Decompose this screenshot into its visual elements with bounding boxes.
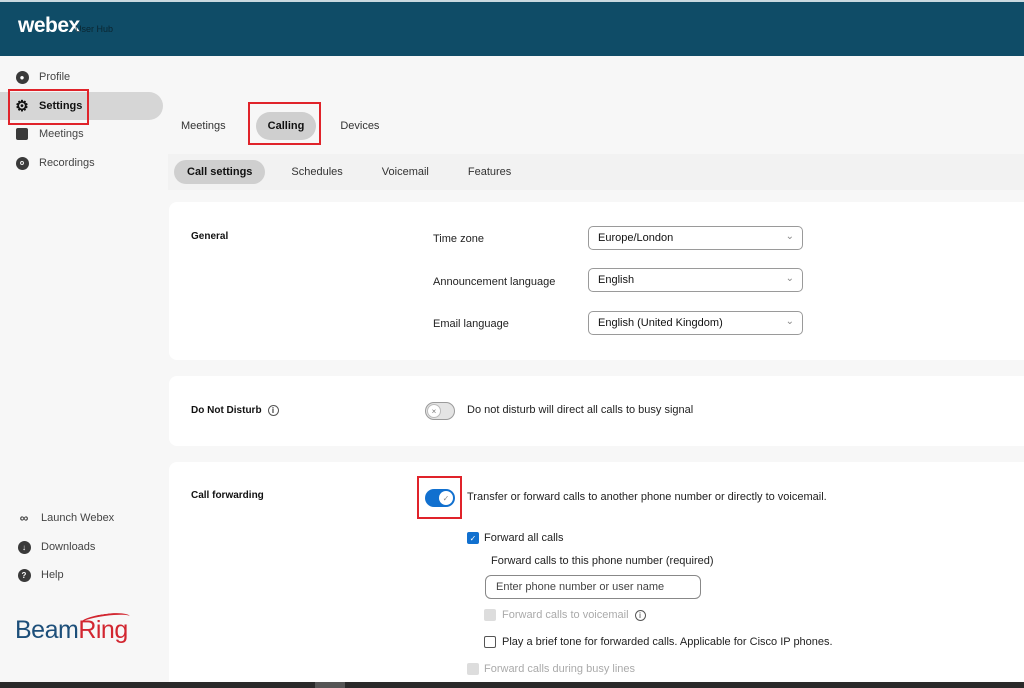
forward-all-checkbox[interactable]: ✓ xyxy=(467,532,479,544)
help-icon: ? xyxy=(17,568,31,582)
subtab-call-settings[interactable]: Call settings xyxy=(174,160,266,184)
dnd-title: Do Not Disturb i xyxy=(191,405,279,416)
email-language-value: English (United Kingdom) xyxy=(598,317,723,329)
chevron-down-icon: ⌄ xyxy=(785,273,794,284)
sidebar-item-label: Downloads xyxy=(41,541,96,553)
calendar-icon xyxy=(15,127,29,141)
dnd-description: Do not disturb will direct all calls to … xyxy=(467,404,694,416)
announcement-language-select[interactable]: English ⌄ xyxy=(588,268,803,292)
horizontal-scrollbar[interactable] xyxy=(0,682,1024,688)
forward-to-voicemail-checkbox[interactable] xyxy=(484,609,496,621)
forward-all-label: Forward all calls xyxy=(484,532,564,544)
sidebar-item-label: Launch Webex xyxy=(41,512,115,524)
sub-tabs: Call settings Schedules Voicemail Featur… xyxy=(168,154,1024,190)
top-bar: webex User Hub xyxy=(0,0,1024,56)
app-subtitle: User Hub xyxy=(75,24,114,34)
sidebar-item-launch-webex[interactable]: ∞ Launch Webex xyxy=(0,504,163,532)
busy-lines-checkbox[interactable] xyxy=(467,663,479,675)
sidebar-item-label: Help xyxy=(41,569,64,581)
scrollbar-thumb[interactable] xyxy=(315,682,345,688)
sidebar-item-profile[interactable]: ● Profile xyxy=(0,63,163,91)
x-icon: × xyxy=(427,404,441,418)
highlight-box-toggle xyxy=(417,476,462,519)
chevron-down-icon: ⌄ xyxy=(785,316,794,327)
brief-tone-checkbox[interactable] xyxy=(484,636,496,648)
info-icon[interactable]: i xyxy=(634,609,646,621)
chevron-down-icon: ⌄ xyxy=(785,231,794,242)
sidebar-item-help[interactable]: ? Help xyxy=(0,561,163,589)
phone-number-input[interactable] xyxy=(485,575,701,599)
call-forwarding-description: Transfer or forward calls to another pho… xyxy=(467,491,827,503)
sidebar-item-downloads[interactable]: ↓ Downloads xyxy=(0,533,163,561)
tab-meetings[interactable]: Meetings xyxy=(169,112,238,140)
sidebar-item-label: Recordings xyxy=(39,157,95,169)
download-icon: ↓ xyxy=(17,540,31,554)
sidebar-item-label: Profile xyxy=(39,71,71,83)
tab-devices[interactable]: Devices xyxy=(328,112,391,140)
sidebar-item-label: Meetings xyxy=(39,128,84,140)
webex-logo[interactable]: webex xyxy=(18,14,80,38)
time-zone-select[interactable]: Europe/London ⌄ xyxy=(588,226,803,250)
beamring-logo: BeamRing xyxy=(15,616,128,644)
email-language-select[interactable]: English (United Kingdom) ⌄ xyxy=(588,311,803,335)
time-zone-label: Time zone xyxy=(433,233,484,245)
dnd-toggle[interactable]: × xyxy=(425,402,455,420)
dnd-card: Do Not Disturb i × Do not disturb will di… xyxy=(169,376,1024,446)
general-card: General Time zone Europe/London ⌄ Announ… xyxy=(169,202,1024,360)
webex-icon: ∞ xyxy=(19,511,29,525)
announcement-language-label: Announcement language xyxy=(433,276,556,288)
phone-number-label: Forward calls to this phone number (requ… xyxy=(491,555,714,567)
highlight-box-calling xyxy=(248,102,321,145)
highlight-box-settings xyxy=(8,89,89,125)
forward-to-voicemail-label: Forward calls to voicemail i xyxy=(502,609,646,621)
announcement-language-value: English xyxy=(598,274,635,286)
email-language-label: Email language xyxy=(433,318,509,330)
info-icon[interactable]: i xyxy=(267,405,279,416)
subtab-voicemail[interactable]: Voicemail xyxy=(369,160,442,184)
time-zone-value: Europe/London xyxy=(598,232,674,244)
general-title: General xyxy=(191,231,229,242)
subtab-schedules[interactable]: Schedules xyxy=(278,160,355,184)
profile-icon: ● xyxy=(15,70,29,84)
busy-lines-label: Forward calls during busy lines xyxy=(484,663,636,675)
brief-tone-label: Play a brief tone for forwarded calls. A… xyxy=(502,636,833,648)
recording-icon: o xyxy=(15,156,29,170)
subtab-features[interactable]: Features xyxy=(455,160,524,184)
call-forwarding-card: Call forwarding ✓ Transfer or forward ca… xyxy=(169,462,1024,688)
sidebar: ● Profile ⚙ Settings Meetings o Recordin… xyxy=(0,56,168,682)
sidebar-item-recordings[interactable]: o Recordings xyxy=(0,149,163,177)
call-forwarding-title: Call forwarding xyxy=(191,490,264,501)
